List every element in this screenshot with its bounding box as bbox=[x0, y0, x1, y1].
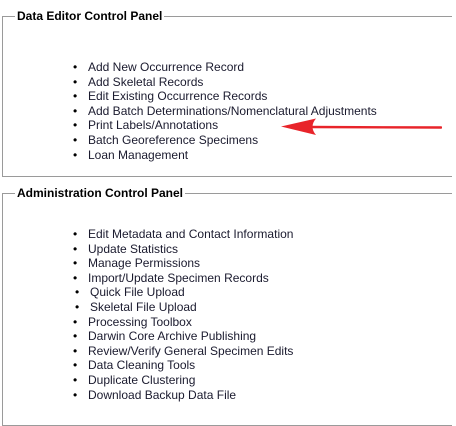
menu-item-edit-existing-occurrence-records: • Edit Existing Occurrence Records bbox=[73, 89, 377, 104]
bullet-icon: • bbox=[73, 118, 78, 133]
menu-item-quick-file-upload: • Quick File Upload bbox=[75, 285, 293, 300]
bullet-icon: • bbox=[73, 372, 78, 387]
administration-control-panel: Administration Control Panel • Edit Meta… bbox=[2, 186, 452, 426]
menu-item-manage-permissions: • Manage Permissions bbox=[73, 256, 293, 271]
panel-title: Administration Control Panel bbox=[17, 186, 184, 200]
add-new-occurrence-record-link[interactable]: Add New Occurrence Record bbox=[88, 60, 244, 74]
darwin-core-archive-publishing-link[interactable]: Darwin Core Archive Publishing bbox=[88, 329, 256, 343]
review-verify-specimen-edits-link[interactable]: Review/Verify General Specimen Edits bbox=[88, 344, 293, 358]
menu-item-data-cleaning-tools: • Data Cleaning Tools bbox=[73, 358, 293, 373]
batch-georeference-specimens-link[interactable]: Batch Georeference Specimens bbox=[88, 133, 258, 147]
skeletal-file-upload-link[interactable]: Skeletal File Upload bbox=[90, 300, 197, 314]
bullet-icon: • bbox=[73, 387, 78, 402]
menu-item-duplicate-clustering: • Duplicate Clustering bbox=[73, 373, 293, 388]
menu-item-processing-toolbox: • Processing Toolbox bbox=[73, 315, 293, 330]
menu-item-add-new-occurrence-record: • Add New Occurrence Record bbox=[73, 60, 377, 75]
bullet-icon: • bbox=[73, 314, 78, 329]
menu-item-add-skeletal-records: • Add Skeletal Records bbox=[73, 75, 377, 90]
edit-existing-occurrence-records-link[interactable]: Edit Existing Occurrence Records bbox=[88, 89, 267, 103]
bullet-icon: • bbox=[73, 227, 78, 241]
bullet-icon: • bbox=[73, 343, 78, 358]
manage-permissions-link[interactable]: Manage Permissions bbox=[88, 256, 200, 270]
menu-item-darwin-core-archive-publishing: • Darwin Core Archive Publishing bbox=[73, 329, 293, 344]
arrow-left-icon bbox=[281, 118, 442, 135]
menu-item-download-backup-data-file: • Download Backup Data File bbox=[73, 388, 293, 403]
menu-item-skeletal-file-upload: • Skeletal File Upload bbox=[75, 300, 293, 315]
duplicate-clustering-link[interactable]: Duplicate Clustering bbox=[88, 373, 195, 387]
bullet-icon: • bbox=[73, 329, 78, 344]
menu-item-loan-management: • Loan Management bbox=[73, 148, 377, 163]
menu-item-update-statistics: • Update Statistics bbox=[73, 242, 293, 257]
add-skeletal-records-link[interactable]: Add Skeletal Records bbox=[88, 75, 203, 89]
print-labels-link[interactable]: Print Labels/Annotations bbox=[88, 118, 218, 132]
edit-metadata-link[interactable]: Edit Metadata and Contact Information bbox=[88, 227, 293, 241]
data-editor-control-panel: Data Editor Control Panel • Add New Occu… bbox=[2, 9, 452, 177]
menu-item-review-verify-specimen-edits: • Review/Verify General Specimen Edits bbox=[73, 344, 293, 359]
bullet-icon: • bbox=[73, 89, 78, 104]
bullet-icon: • bbox=[75, 285, 80, 300]
quick-file-upload-link[interactable]: Quick File Upload bbox=[90, 285, 185, 299]
download-backup-data-file-link[interactable]: Download Backup Data File bbox=[88, 388, 236, 402]
bullet-icon: • bbox=[73, 256, 78, 271]
bullet-icon: • bbox=[73, 241, 78, 256]
update-statistics-link[interactable]: Update Statistics bbox=[88, 242, 178, 256]
menu-item-edit-metadata: • Edit Metadata and Contact Information bbox=[73, 227, 293, 242]
panel-title: Data Editor Control Panel bbox=[17, 9, 163, 23]
processing-toolbox-link[interactable]: Processing Toolbox bbox=[88, 315, 192, 329]
menu-item-import-update-specimen-records: • Import/Update Specimen Records bbox=[73, 271, 293, 286]
administration-menu: • Edit Metadata and Contact Information … bbox=[73, 227, 293, 402]
bullet-icon: • bbox=[73, 74, 78, 89]
bullet-icon: • bbox=[73, 132, 78, 147]
bullet-icon: • bbox=[75, 299, 80, 314]
loan-management-link[interactable]: Loan Management bbox=[88, 148, 188, 162]
add-batch-determinations-link[interactable]: Add Batch Determinations/Nomenclatural A… bbox=[88, 104, 377, 118]
bullet-icon: • bbox=[73, 60, 78, 74]
bullet-icon: • bbox=[73, 147, 78, 162]
bullet-icon: • bbox=[73, 103, 78, 118]
bullet-icon: • bbox=[73, 358, 78, 373]
data-editor-menu: • Add New Occurrence Record • Add Skelet… bbox=[73, 60, 377, 162]
import-update-specimen-records-link[interactable]: Import/Update Specimen Records bbox=[88, 271, 269, 285]
bullet-icon: • bbox=[73, 270, 78, 285]
data-cleaning-tools-link[interactable]: Data Cleaning Tools bbox=[88, 358, 195, 372]
